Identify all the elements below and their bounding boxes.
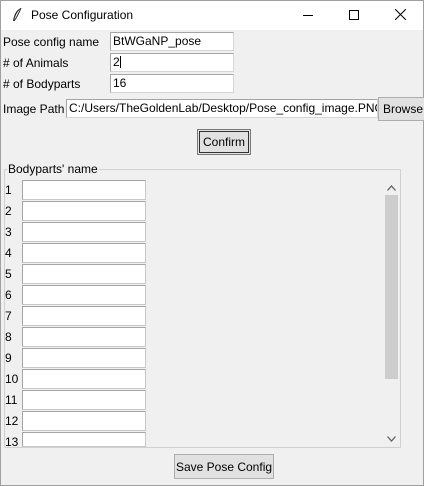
minimize-button[interactable]: [285, 1, 331, 30]
bodypart-row-number: 6: [5, 288, 12, 302]
window-title: Pose Configuration: [31, 8, 134, 22]
bodypart-row-number: 2: [5, 204, 12, 218]
bodyparts-count-field[interactable]: 16: [110, 74, 234, 93]
config-name-value: BtWGaNP_pose: [113, 34, 202, 48]
bodypart-row-number: 7: [5, 309, 12, 323]
bodypart-name-field[interactable]: [22, 327, 146, 347]
bodypart-name-field[interactable]: [22, 411, 146, 431]
bodypart-name-field[interactable]: [22, 306, 146, 326]
bodypart-name-field[interactable]: [22, 432, 146, 447]
text-caret: [119, 56, 121, 68]
bodyparts-group-title: Bodyparts' name: [7, 162, 99, 176]
bodypart-name-field[interactable]: [22, 369, 146, 389]
image-path-value: C:/Users/TheGoldenLab/Desktop/Pose_confi…: [69, 101, 378, 115]
chevron-down-icon: [387, 431, 396, 445]
confirm-button[interactable]: Confirm: [197, 129, 251, 155]
bodypart-row-number: 12: [5, 414, 19, 428]
pose-configuration-window: Pose Configuration Pose config name BtWG…: [0, 0, 424, 486]
chevron-up-icon: [387, 180, 396, 194]
bodyparts-count-value: 16: [113, 76, 127, 90]
title-bar[interactable]: Pose Configuration: [1, 1, 423, 30]
bodypart-row-number: 1: [5, 183, 12, 197]
bodypart-name-field[interactable]: [22, 222, 146, 242]
save-pose-config-button[interactable]: Save Pose Config: [174, 454, 274, 479]
bodypart-name-field[interactable]: [22, 264, 146, 284]
minimize-icon: [303, 9, 313, 23]
close-button[interactable]: [377, 1, 423, 30]
scroll-up-button[interactable]: [383, 178, 400, 195]
maximize-icon: [349, 9, 359, 23]
scroll-thumb[interactable]: [385, 195, 398, 379]
scroll-down-button[interactable]: [383, 429, 400, 446]
bodypart-row-number: 13: [5, 435, 19, 449]
bodypart-row-number: 5: [5, 267, 12, 281]
bodypart-row-number: 3: [5, 225, 12, 239]
bodyparts-count-label: # of Bodyparts: [3, 77, 81, 91]
bodypart-name-field[interactable]: [22, 390, 146, 410]
bodypart-row-number: 10: [5, 372, 19, 386]
browse-button[interactable]: Browse: [378, 97, 424, 121]
animals-label: # of Animals: [3, 56, 69, 70]
maximize-button[interactable]: [331, 1, 377, 30]
bodypart-name-field[interactable]: [22, 180, 146, 200]
bodypart-row-number: 11: [5, 393, 18, 407]
config-name-field[interactable]: BtWGaNP_pose: [110, 32, 234, 51]
feather-icon: [10, 7, 24, 23]
browse-label: Browse: [383, 102, 424, 116]
bodypart-row-number: 9: [5, 351, 12, 365]
close-icon: [394, 8, 406, 23]
image-path-field[interactable]: C:/Users/TheGoldenLab/Desktop/Pose_confi…: [66, 99, 378, 118]
bodypart-name-field[interactable]: [22, 285, 146, 305]
animals-field[interactable]: 2: [110, 53, 234, 72]
config-name-label: Pose config name: [3, 35, 100, 49]
confirm-label: Confirm: [202, 135, 245, 149]
save-pose-config-label: Save Pose Config: [175, 459, 273, 474]
bodypart-name-field[interactable]: [22, 201, 146, 221]
bodypart-row-number: 8: [5, 330, 12, 344]
image-path-label: Image Path: [3, 102, 65, 116]
bodypart-name-field[interactable]: [22, 243, 146, 263]
bodypart-row-number: 4: [5, 246, 12, 260]
animals-value: 2: [113, 55, 120, 69]
bodypart-name-field[interactable]: [22, 348, 146, 368]
bodyparts-scrollbar[interactable]: [383, 178, 400, 446]
